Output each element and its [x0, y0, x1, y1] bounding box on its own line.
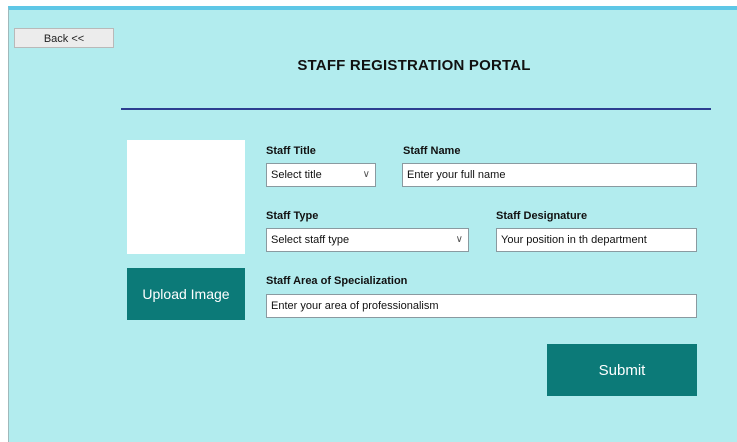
staff-title-value: Select title [271, 169, 322, 181]
staff-designation-label: Staff Designature [496, 210, 588, 222]
staff-title-label: Staff Title [266, 145, 316, 157]
chevron-down-icon: ∨ [362, 169, 370, 180]
submit-button[interactable]: Submit [547, 344, 697, 396]
staff-name-input[interactable]: Enter your full name [402, 163, 697, 187]
app-window: Back << STAFF REGISTRATION PORTAL Upload… [8, 6, 737, 442]
back-button[interactable]: Back << [14, 28, 114, 48]
staff-name-label: Staff Name [403, 145, 461, 157]
header-divider [121, 108, 711, 110]
upload-image-button[interactable]: Upload Image [127, 268, 245, 320]
photo-preview [127, 140, 245, 254]
chevron-down-icon: ∨ [455, 234, 463, 245]
staff-type-select[interactable]: Select staff type ∨ [266, 228, 469, 252]
staff-type-value: Select staff type [271, 234, 350, 246]
page-title: STAFF REGISTRATION PORTAL [297, 57, 531, 74]
staff-designation-input[interactable]: Your position in th department [496, 228, 697, 252]
staff-title-select[interactable]: Select title ∨ [266, 163, 376, 187]
staff-type-label: Staff Type [266, 210, 319, 222]
specialization-input[interactable]: Enter your area of professionalism [266, 294, 697, 318]
specialization-label: Staff Area of Specialization [266, 275, 408, 287]
